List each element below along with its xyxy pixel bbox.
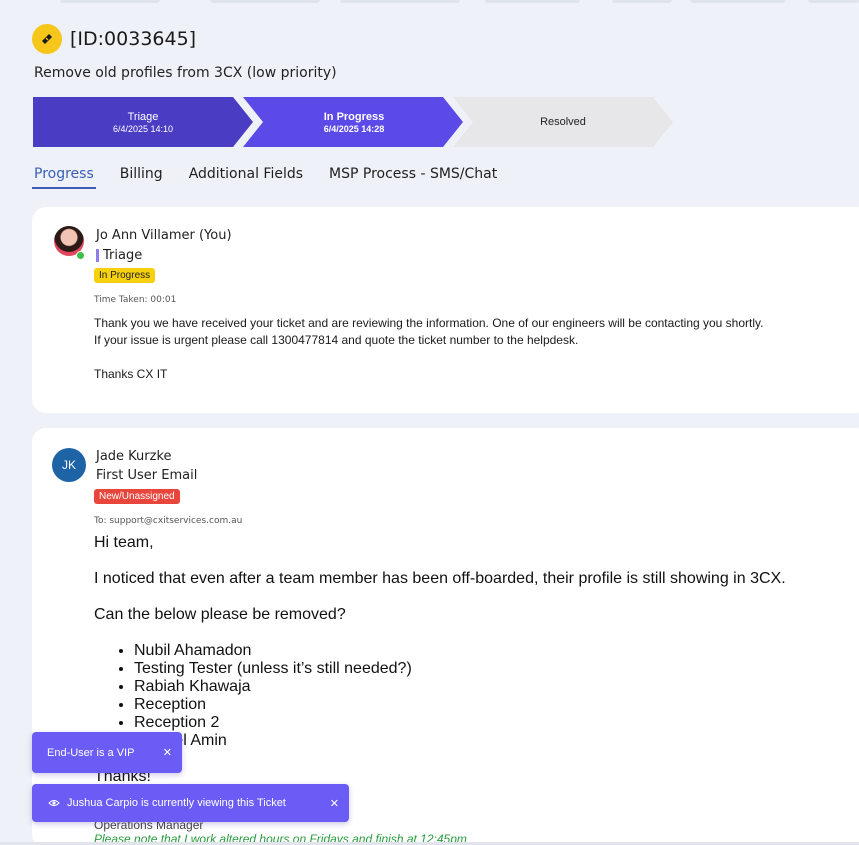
close-icon[interactable]: ✕ (330, 797, 339, 810)
email-paragraph: Can the below please be removed? (94, 606, 346, 623)
stage-in-progress[interactable]: In Progress 6/4/2025 14:28 (243, 97, 463, 147)
email-list: Nubil Ahamadon Testing Tester (unless it… (134, 642, 786, 750)
avatar: JK (52, 448, 86, 482)
email-recipient: To: support@cxitservices.com.au (94, 516, 243, 526)
entry-stage: Triage (96, 248, 142, 263)
stage-progress-bar: Triage 6/4/2025 14:10 In Progress 6/4/20… (33, 97, 693, 147)
stage-name: Triage (127, 110, 159, 123)
toast-text: Jushua Carpio is currently viewing this … (67, 797, 286, 809)
stage-time: 6/4/2025 14:28 (323, 123, 385, 134)
list-item: Rabiah Khawaja (134, 678, 786, 696)
body-line: Thanks CX IT (94, 367, 168, 381)
ticket-tabs: Progress Billing Additional Fields MSP P… (32, 166, 521, 189)
close-icon[interactable]: ✕ (163, 746, 172, 759)
tab-additional-fields[interactable]: Additional Fields (187, 166, 305, 189)
email-body: Hi team, I noticed that even after a tea… (94, 534, 786, 786)
entry-stage-label: Triage (103, 248, 143, 263)
stage-triage[interactable]: Triage 6/4/2025 14:10 (33, 97, 253, 147)
entry-stage: First User Email (96, 468, 197, 483)
stage-color-bar (96, 249, 99, 262)
entry-stage-label: First User Email (96, 468, 198, 483)
stage-time: 6/4/2025 14:10 (112, 123, 174, 134)
stage-resolved[interactable]: Resolved (453, 97, 673, 147)
tab-billing[interactable]: Billing (118, 166, 165, 189)
time-taken: Time Taken: 00:01 (94, 295, 177, 305)
list-item: Reception (134, 696, 786, 714)
eye-icon (48, 798, 60, 808)
top-tab-stubs (0, 0, 859, 4)
stage-name: Resolved (540, 116, 586, 128)
email-entry: JK Jade Kurzke First User Email New/Unas… (32, 428, 859, 845)
body-line: Thank you we have received your ticket a… (94, 316, 764, 330)
ticket-id: [ID:0033645] (70, 28, 197, 50)
list-item: Nubil Ahamadon (134, 642, 786, 660)
progress-entry: Jo Ann Villamer (You) Triage In Progress… (32, 207, 859, 413)
entry-body: Thank you we have received your ticket a… (94, 315, 763, 383)
stage-name: In Progress (323, 110, 385, 123)
viewer-toast: Jushua Carpio is currently viewing this … (32, 784, 349, 822)
tab-progress[interactable]: Progress (32, 166, 96, 189)
list-item: Wakeel Amin (134, 732, 786, 750)
status-badge: New/Unassigned (94, 489, 180, 504)
email-paragraph: I noticed that even after a team member … (94, 570, 786, 587)
list-item: Testing Tester (unless it’s still needed… (134, 660, 786, 678)
ticket-header: [ID:0033645] (32, 24, 196, 54)
status-badge: In Progress (94, 268, 156, 283)
toast-text: End-User is a VIP (47, 746, 135, 759)
body-line: If your issue is urgent please call 1300… (94, 333, 579, 347)
entry-author: Jo Ann Villamer (You) (96, 228, 232, 243)
tab-msp-process[interactable]: MSP Process - SMS/Chat (327, 166, 499, 189)
entry-author: Jade Kurzke (96, 449, 172, 464)
ticket-subject: Remove old profiles from 3CX (low priori… (34, 65, 337, 81)
vip-toast: End-User is a VIP ✕ (32, 732, 182, 773)
online-status-dot (76, 251, 85, 260)
email-greeting: Hi team, (94, 534, 154, 551)
list-item: Reception 2 (134, 714, 786, 732)
ticket-icon (32, 24, 62, 54)
